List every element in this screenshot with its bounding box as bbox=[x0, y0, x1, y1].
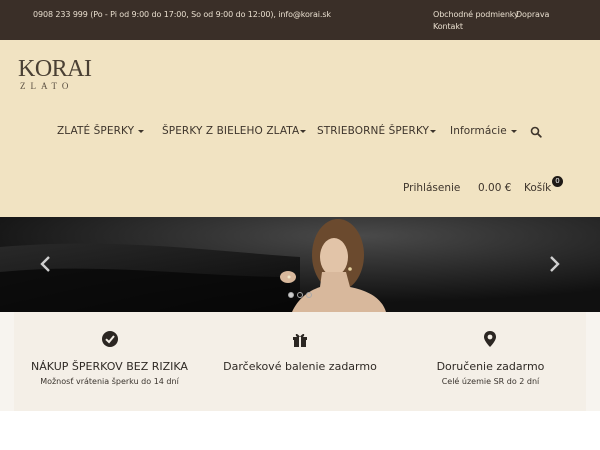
check-circle-icon bbox=[102, 331, 118, 347]
contact-info: 0908 233 999 (Po - Pi od 9:00 do 17:00, … bbox=[33, 10, 331, 19]
slider-dot[interactable] bbox=[288, 292, 294, 298]
nav-white-gold-label: ŠPERKY Z BIELEHO ZLATA bbox=[162, 125, 300, 137]
login-link[interactable]: Prihlásenie bbox=[403, 182, 460, 194]
feature-risk-free: NÁKUP ŠPERKOV BEZ RIZIKA Možnosť vráteni… bbox=[14, 312, 205, 411]
feature-title: Doručenie zadarmo bbox=[436, 360, 545, 373]
feature-title: Darčekové balenie zadarmo bbox=[223, 360, 377, 373]
features-bar: NÁKUP ŠPERKOV BEZ RIZIKA Možnosť vráteni… bbox=[0, 312, 600, 411]
cart-link[interactable]: Košík bbox=[524, 182, 551, 194]
slider-dots bbox=[288, 285, 315, 303]
logo-subtitle: ZLATO bbox=[20, 81, 74, 91]
feature-free-delivery: Doručenie zadarmo Celé územie SR do 2 dn… bbox=[395, 312, 586, 411]
top-bar: 0908 233 999 (Po - Pi od 9:00 do 17:00, … bbox=[0, 0, 600, 40]
chevron-down-icon bbox=[430, 129, 437, 133]
nav-gold-jewelry-label: ZLATÉ ŠPERKY bbox=[57, 125, 135, 137]
gift-icon bbox=[293, 333, 307, 347]
cart-count-badge: 0 bbox=[552, 176, 563, 187]
nav-gold-jewelry[interactable]: ZLATÉ ŠPERKY bbox=[57, 125, 145, 137]
logo[interactable]: KORAI ZLATO bbox=[18, 57, 92, 91]
contact-link[interactable]: Kontakt bbox=[433, 22, 463, 31]
logo-brand: KORAI bbox=[18, 56, 92, 82]
nav-silver-label: STRIEBORNÉ ŠPERKY bbox=[317, 125, 430, 137]
site-header: KORAI ZLATO ZLATÉ ŠPERKY ŠPERKY Z BIELEH… bbox=[0, 40, 600, 217]
nav-information-label: Informácie bbox=[450, 125, 507, 137]
feature-subtitle: Možnosť vrátenia šperku do 14 dní bbox=[40, 377, 179, 386]
search-icon[interactable] bbox=[530, 126, 542, 138]
nav-information[interactable]: Informácie bbox=[450, 125, 517, 137]
slider-dot[interactable] bbox=[297, 292, 303, 298]
cart-total: 0.00 € bbox=[478, 182, 512, 194]
slider-dot[interactable] bbox=[306, 292, 312, 298]
slider-prev-arrow[interactable] bbox=[38, 255, 52, 273]
feature-subtitle: Celé územie SR do 2 dní bbox=[441, 377, 540, 386]
slider-next-arrow[interactable] bbox=[548, 255, 562, 273]
feature-gift-wrap: Darčekové balenie zadarmo bbox=[205, 312, 395, 411]
chevron-down-icon bbox=[300, 129, 307, 133]
nav-white-gold-jewelry[interactable]: ŠPERKY Z BIELEHO ZLATA bbox=[162, 125, 307, 137]
chevron-down-icon bbox=[138, 129, 145, 133]
map-marker-icon bbox=[484, 331, 496, 347]
shipping-link[interactable]: Doprava bbox=[516, 10, 549, 19]
feature-title: NÁKUP ŠPERKOV BEZ RIZIKA bbox=[31, 360, 188, 373]
hero-slider bbox=[0, 217, 600, 312]
chevron-down-icon bbox=[510, 129, 517, 133]
terms-link[interactable]: Obchodné podmienky bbox=[433, 10, 519, 19]
nav-silver-jewelry[interactable]: STRIEBORNÉ ŠPERKY bbox=[317, 125, 437, 137]
